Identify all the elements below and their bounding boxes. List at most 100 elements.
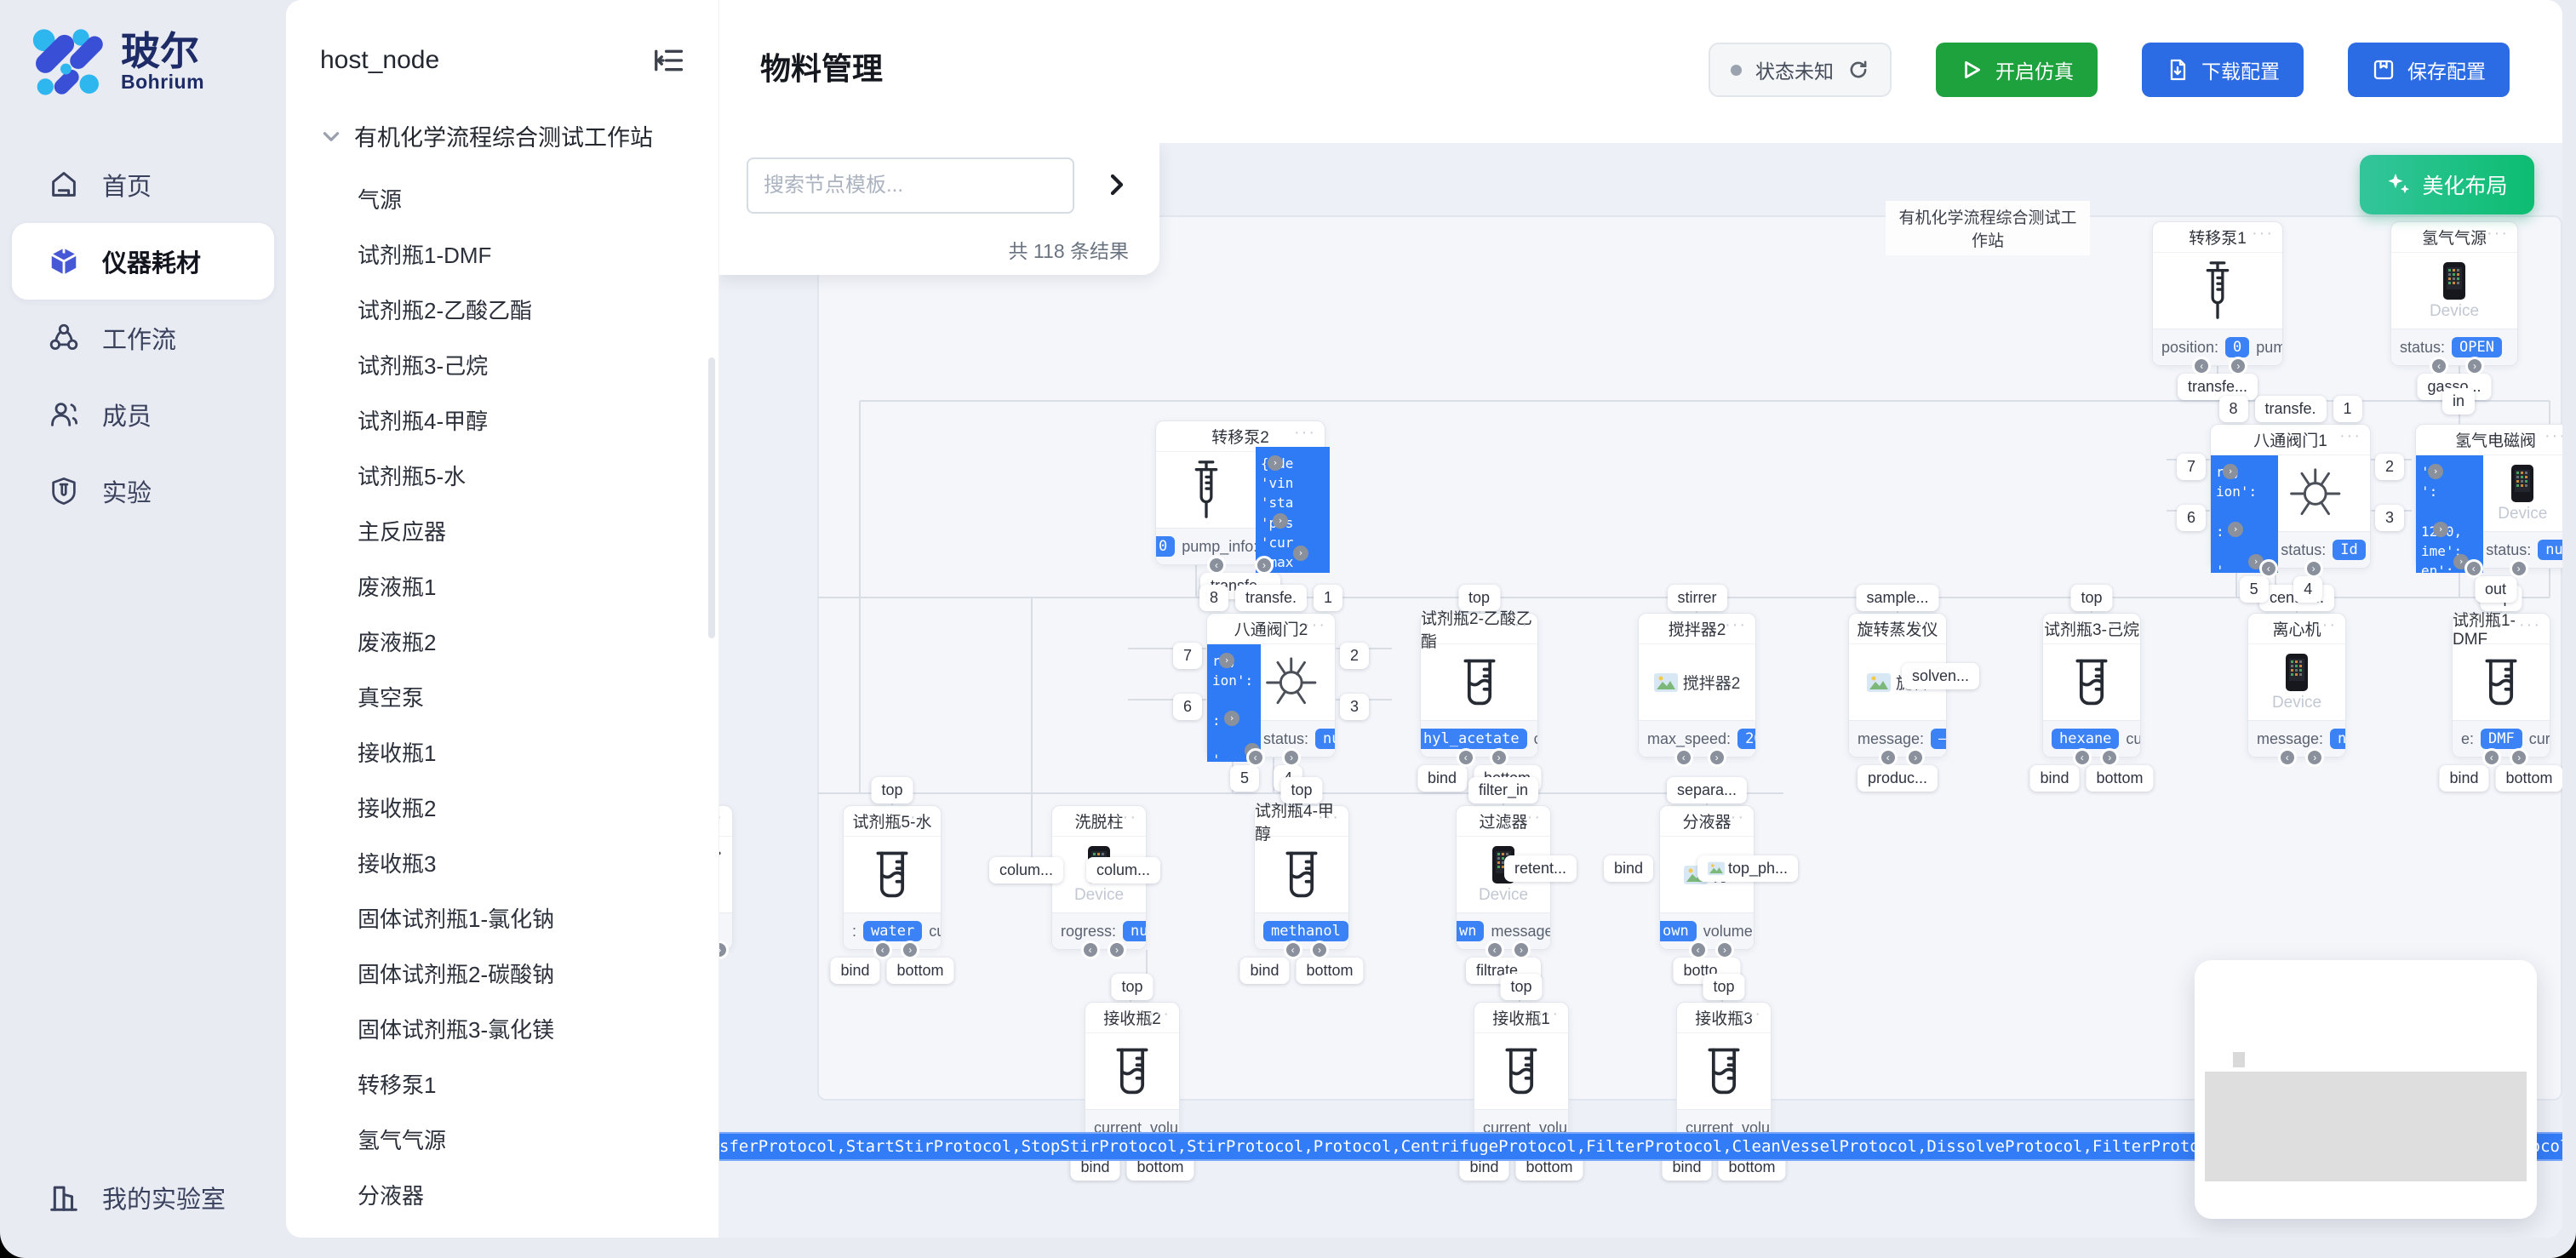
sidebar-item-cube[interactable]: 仪器耗材 xyxy=(12,223,274,300)
node-menu-icon[interactable]: ··· xyxy=(1304,615,1326,635)
port-dot[interactable]: ‹ xyxy=(1485,941,1504,959)
port-dot[interactable]: › xyxy=(1268,455,1283,471)
status-badge[interactable]: 状态未知 xyxy=(1709,43,1892,97)
node-reagent-4[interactable]: 试剂瓶4-甲醇···methanolcurrent_‹›topbindbotto… xyxy=(1254,805,1349,950)
port-pill[interactable]: 1 xyxy=(1314,585,1342,611)
node-transfer-pump-1[interactable]: 转移泵1···position:0pump‹›transfe... xyxy=(2152,221,2283,366)
tag-pill[interactable]: bottom xyxy=(887,958,954,984)
port-dot[interactable]: ‹ xyxy=(1879,748,1898,767)
search-input[interactable] xyxy=(747,157,1074,214)
port-pill[interactable]: 2 xyxy=(2375,454,2404,480)
port-pill[interactable]: top xyxy=(1703,974,1744,1000)
node-menu-icon[interactable]: ··· xyxy=(2252,224,2274,243)
tag-pill[interactable]: bind xyxy=(830,958,879,984)
node-menu-icon[interactable]: ··· xyxy=(1725,615,1747,635)
sidebar-item-members[interactable]: 成员 xyxy=(0,376,286,453)
node-reagent-1[interactable]: 试剂瓶1-DMF···e:DMFcurrent_vol‹›topbindbott… xyxy=(2452,613,2550,758)
port-dot[interactable]: ‹ xyxy=(1457,748,1475,767)
flow-canvas[interactable]: 有机化学流程综合测试工作站 sferProtocol,StartStirProt… xyxy=(719,143,2562,1238)
tree-item[interactable]: 试剂瓶4-甲醇 xyxy=(286,392,718,448)
port-pill[interactable]: 3 xyxy=(1340,694,1369,720)
download-config-button[interactable]: 下载配置 xyxy=(2142,43,2304,97)
port-pill[interactable]: 8 xyxy=(1199,585,1228,611)
node-menu-icon[interactable]: ··· xyxy=(1520,808,1542,827)
port-dot[interactable]: ‹ xyxy=(2464,559,2483,578)
node-centrifuge[interactable]: 离心机···Devicemessage:nullma‹›centrif... xyxy=(2247,613,2346,758)
node-receiver-3[interactable]: 接收瓶3···current_volume:0‹›topbindbottom xyxy=(1676,1002,1772,1146)
tree-scrollbar[interactable] xyxy=(708,357,715,638)
node-menu-icon[interactable]: ··· xyxy=(2109,615,2132,635)
port-dot[interactable]: › xyxy=(2510,559,2528,578)
node-receiver-1[interactable]: 接收瓶1···current_volume:0‹›topbindbottom xyxy=(1474,1002,1569,1146)
collapse-panel-icon[interactable] xyxy=(652,46,684,75)
port-dot[interactable]: › xyxy=(1108,941,1126,959)
port-dot[interactable]: › xyxy=(1219,653,1234,668)
tree-item[interactable]: 转移泵1 xyxy=(286,1056,718,1112)
node-menu-icon[interactable]: ··· xyxy=(1915,615,1938,635)
port-dot[interactable]: ‹ xyxy=(1674,748,1693,767)
port-pill[interactable]: separa... xyxy=(1667,777,1747,803)
tree-item[interactable]: 主反应器 xyxy=(286,503,718,558)
port-pill[interactable]: transfe. xyxy=(2254,396,2326,422)
port-dot[interactable]: › xyxy=(2304,559,2323,578)
tree-item[interactable]: 试剂瓶2-乙酸乙酯 xyxy=(286,282,718,337)
port-dot[interactable]: › xyxy=(1273,513,1288,529)
tree-item[interactable]: 试剂瓶1-DMF xyxy=(286,226,718,282)
node-menu-icon[interactable]: ··· xyxy=(2487,224,2509,243)
node-menu-icon[interactable]: ··· xyxy=(910,808,932,827)
port-dot[interactable]: › xyxy=(1490,748,1508,767)
tree-item[interactable]: 固体试剂瓶2-碳酸钠 xyxy=(286,946,718,1001)
node-filter[interactable]: 过滤器···Devicewnmessage:–ma‹›filter_infilt… xyxy=(1456,805,1551,950)
port-dot[interactable]: ‹ xyxy=(1689,941,1708,959)
node-valve-1[interactable]: 八通阀门1···status:Id‹›r', ion': : ' ›››8tra… xyxy=(2210,424,2371,569)
node-column[interactable]: 洗脱柱···Devicerogress:nullcolu‹›colum...co… xyxy=(1051,805,1147,950)
port-pill[interactable]: top xyxy=(1111,974,1153,1000)
port-pill[interactable]: 2 xyxy=(1340,643,1369,669)
node-menu-icon[interactable]: ··· xyxy=(1115,808,1137,827)
tag-pill[interactable]: produc... xyxy=(1858,765,1938,792)
port-dot[interactable]: ‹ xyxy=(2430,357,2448,375)
sidebar-item-home[interactable]: 首页 xyxy=(0,146,286,223)
port-pill[interactable]: stirrer xyxy=(1668,585,1727,611)
minimap-card[interactable] xyxy=(2195,960,2537,1219)
node-menu-icon[interactable]: ··· xyxy=(1148,1004,1171,1024)
tree-item[interactable]: 固体试剂瓶1-氯化钠 xyxy=(286,890,718,946)
node-menu-icon[interactable]: ··· xyxy=(2315,615,2337,635)
node-stirrer-2[interactable]: 搅拌器2···搅拌器2max_speed:2000‹›stirrer xyxy=(1638,613,1756,758)
port-pill[interactable]: solven... xyxy=(1902,663,1979,689)
node-reagent-2[interactable]: 试剂瓶2-乙酸乙酯···hyl_acetatecurre‹›topbindbot… xyxy=(1420,613,1538,758)
node-reagent-3[interactable]: 试剂瓶3-己烷···hexanecurrent_v‹›topbindbottom xyxy=(2042,613,2141,758)
tree-item[interactable]: 分液器 xyxy=(286,1167,718,1222)
tree-item[interactable]: 气源 xyxy=(286,171,718,226)
node-menu-icon[interactable]: ··· xyxy=(1537,1004,1560,1024)
tree-item[interactable]: 旋转蒸发仪 xyxy=(286,1222,718,1238)
node-reagent-5[interactable]: 试剂瓶5-水···:watercurrent_v‹›topbindbottom xyxy=(843,805,942,950)
node-transfer-pump-2[interactable]: 转移泵2···0pump_info:‹›{'de 'vin 'sta 'pos … xyxy=(1155,420,1325,565)
tree-root-item[interactable]: 有机化学流程综合测试工作站 xyxy=(286,75,718,152)
port-pill[interactable]: 3 xyxy=(2375,505,2404,531)
brand[interactable]: 玻尔 Bohrium xyxy=(0,0,286,99)
node-separator[interactable]: 分液器···分ownvolume:250‹›separa...botto...b… xyxy=(1659,805,1755,950)
tree-item[interactable]: 试剂瓶5-水 xyxy=(286,448,718,503)
port-dot[interactable]: › xyxy=(2465,357,2484,375)
port-pill[interactable]: top_ph... xyxy=(1697,855,1798,882)
port-dot[interactable]: › xyxy=(1708,748,1726,767)
port-pill[interactable]: top xyxy=(2070,585,2112,611)
tree-item[interactable]: 真空泵 xyxy=(286,669,718,724)
port-dot[interactable]: › xyxy=(2223,464,2238,479)
port-dot[interactable]: ‹ xyxy=(2278,748,2297,767)
tree-item[interactable]: 接收瓶3 xyxy=(286,835,718,890)
sidebar-item-workflow[interactable]: 工作流 xyxy=(0,300,286,376)
port-pill[interactable]: 6 xyxy=(2177,505,2206,531)
tag-pill[interactable]: bottom xyxy=(2087,765,2154,792)
port-pill[interactable]: bind xyxy=(1604,855,1653,882)
port-dot[interactable]: ‹ xyxy=(1207,556,1226,575)
port-pill[interactable]: 7 xyxy=(1173,643,1202,669)
port-pill[interactable]: 1 xyxy=(2333,396,2362,422)
port-pill[interactable]: 8 xyxy=(2218,396,2247,422)
node-menu-icon[interactable]: ··· xyxy=(1723,808,1745,827)
port-dot[interactable]: ‹ xyxy=(1246,748,1265,767)
node-rotovap[interactable]: 旋转蒸发仪···旋转message:–max_‹›sample...produc… xyxy=(1848,613,1947,758)
tag-pill[interactable]: bottom xyxy=(2496,765,2563,792)
port-dot[interactable]: › xyxy=(1715,941,1734,959)
